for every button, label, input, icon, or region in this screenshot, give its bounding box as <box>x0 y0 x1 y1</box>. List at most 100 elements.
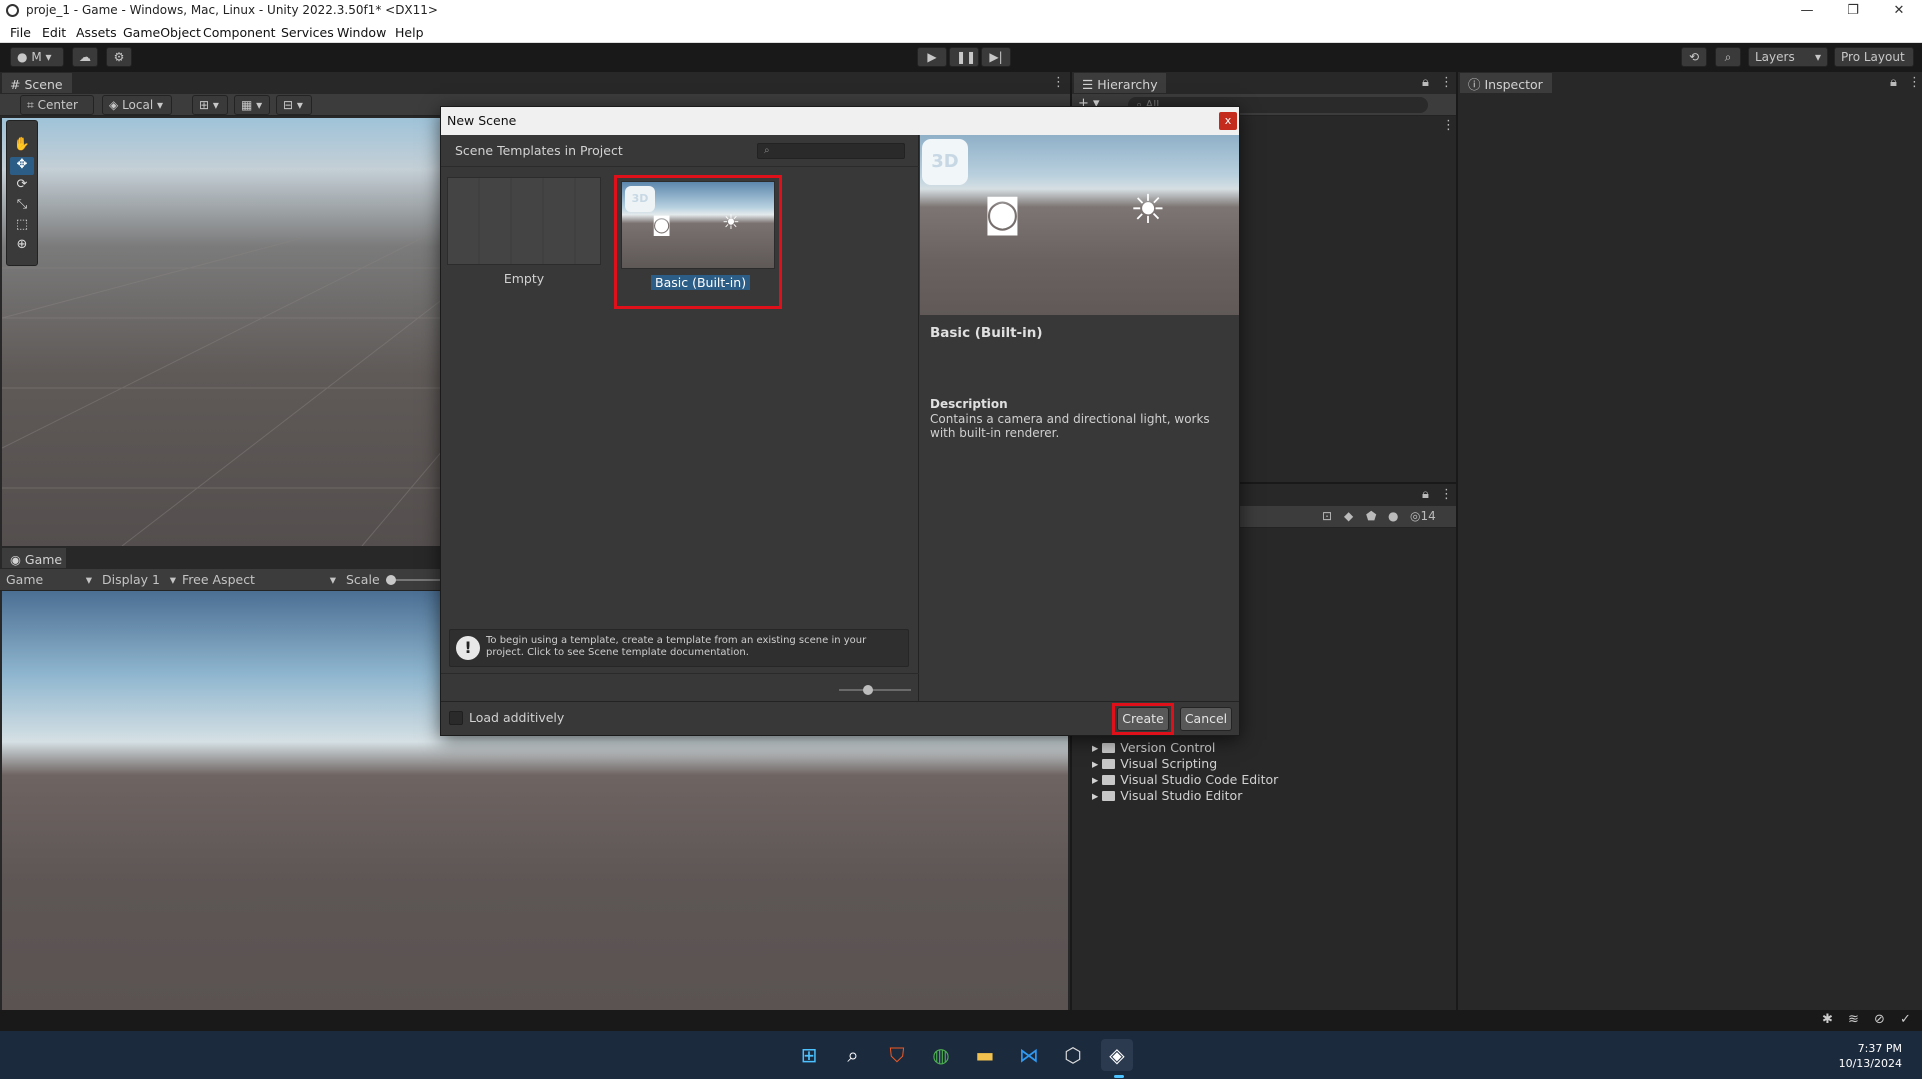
brave-browser-icon[interactable]: ⛉ <box>881 1039 913 1071</box>
chrome-icon[interactable]: ◍ <box>925 1039 957 1071</box>
thumbnail-size-slider[interactable] <box>839 685 911 695</box>
layers-stack-icon[interactable]: ≋ <box>1848 1012 1859 1027</box>
minimize-button[interactable]: — <box>1784 0 1830 22</box>
folder-icon <box>1102 791 1116 801</box>
step-button[interactable]: ▶| <box>981 47 1011 67</box>
unity-editor-icon[interactable]: ◈ <box>1101 1039 1133 1071</box>
folder-tree: ▸ Version Control ▸ Visual Scripting ▸ V… <box>1092 740 1278 804</box>
load-additively-label: Load additively <box>469 710 565 725</box>
layout-dropdown[interactable]: Pro Layout ▾ <box>1834 47 1914 82</box>
panel-menu-icon[interactable]: ⋮ <box>1052 75 1065 90</box>
description-text: Contains a camera and directional light,… <box>930 412 1210 440</box>
space-dropdown[interactable]: ◈ Local ▾ <box>102 95 172 115</box>
search-icon[interactable]: ⌕ <box>837 1039 869 1071</box>
scale-slider[interactable] <box>386 575 446 585</box>
warning-icon[interactable]: ● <box>1388 509 1398 523</box>
ruler-button[interactable]: ⊟ ▾ <box>276 95 312 115</box>
menu-gameobject[interactable]: GameObject <box>123 25 201 40</box>
list-item[interactable]: ▸ Visual Studio Editor <box>1092 788 1278 804</box>
panel-menu-icon[interactable]: ⋮ <box>1440 487 1453 502</box>
close-window-button[interactable]: ✕ <box>1876 0 1922 22</box>
account-icon: ● <box>17 50 28 64</box>
grid-snap-button[interactable]: ⊞ ▾ <box>192 95 228 115</box>
clock[interactable]: 7:37 PM 10/13/2024 <box>1830 1041 1902 1071</box>
step-icon: ▶| <box>989 50 1003 64</box>
load-additively-checkbox[interactable] <box>449 711 463 725</box>
status-bar: ✱ ≋ ⊘ ✓ <box>0 1010 1922 1031</box>
display-dropdown[interactable]: Display 1 ▾ <box>102 572 176 587</box>
list-item[interactable]: ▸ Visual Studio Code Editor <box>1092 772 1278 788</box>
folder-label: Visual Studio Code Editor <box>1120 772 1279 787</box>
menu-services[interactable]: Services <box>281 25 334 40</box>
pause-button[interactable]: ❚❚ <box>949 47 979 67</box>
cloud-button[interactable]: ☁ <box>72 47 98 67</box>
chevron-down-icon: ▾ <box>1814 50 1821 64</box>
search-by-label-icon[interactable]: ◆ <box>1344 509 1353 523</box>
snap-increment-button[interactable]: ▦ ▾ <box>234 95 270 115</box>
inspector-panel: ⓘ Inspector 🔒︎ ⋮ <box>1456 72 1922 1010</box>
game-mode-dropdown[interactable]: Game ▾ <box>6 572 92 587</box>
template-search-input[interactable]: ⌕ <box>757 143 905 159</box>
dialog-title: New Scene <box>441 107 1239 135</box>
template-label: Basic (Built-in) <box>651 275 751 290</box>
tab-scene[interactable]: # Scene <box>2 73 72 93</box>
dialog-close-button[interactable]: x <box>1219 112 1237 130</box>
settings-icon: ⚙ <box>113 50 125 64</box>
unity-hub-icon[interactable]: ⬡ <box>1057 1039 1089 1071</box>
scene-menu-icon[interactable]: ⋮ <box>1442 118 1455 133</box>
lock-icon[interactable]: 🔒︎ <box>1422 75 1429 90</box>
check-icon[interactable]: ✓ <box>1900 1012 1911 1027</box>
panel-menu-icon[interactable]: ⋮ <box>1440 75 1453 90</box>
list-item[interactable]: ▸ Visual Scripting <box>1092 756 1278 772</box>
undo-history-button[interactable]: ⟲ <box>1681 47 1707 67</box>
cancel-button[interactable]: Cancel <box>1180 707 1232 731</box>
templates-pane: Scene Templates in Project ⌕ Empty 3D ◙ … <box>441 135 919 701</box>
debug-icon[interactable]: ✱ <box>1822 1012 1833 1027</box>
list-item[interactable]: ▸ Version Control <box>1092 740 1278 756</box>
lock-icon[interactable]: 🔒︎ <box>1422 487 1429 502</box>
cache-icon[interactable]: ⊘ <box>1874 1012 1885 1027</box>
panel-menu-icon[interactable]: ⋮ <box>1908 75 1921 90</box>
vscode-icon[interactable]: ⋈ <box>1013 1039 1045 1071</box>
play-button[interactable]: ▶ <box>917 47 947 67</box>
windows-start-icon[interactable]: ⊞ <box>793 1039 825 1071</box>
menu-component[interactable]: Component <box>203 25 276 40</box>
maximize-button[interactable]: ❐ <box>1830 0 1876 22</box>
chevron-right-icon: ▸ <box>1092 756 1099 771</box>
template-empty[interactable]: Empty <box>447 177 601 287</box>
search-by-type-icon[interactable]: ⊡ <box>1322 509 1332 523</box>
menu-bar: File Edit Assets GameObject Component Se… <box>0 22 1922 43</box>
list-icon: ☰ <box>1082 77 1094 92</box>
collab-button[interactable]: ⚙ <box>106 47 132 67</box>
tab-game[interactable]: ◉ Game <box>2 548 66 568</box>
account-button[interactable]: ● M ▾ <box>10 47 64 67</box>
info-icon: ⓘ <box>1468 77 1481 92</box>
tab-hierarchy[interactable]: ☰ Hierarchy <box>1074 73 1166 93</box>
layers-dropdown[interactable]: Layers ▾ <box>1748 47 1828 67</box>
cloud-icon: ☁ <box>79 50 91 64</box>
lock-icon[interactable]: 🔒︎ <box>1890 75 1897 90</box>
menu-assets[interactable]: Assets <box>76 25 117 40</box>
layout-label: Pro Layout <box>1841 50 1905 64</box>
tab-inspector[interactable]: ⓘ Inspector <box>1460 73 1552 93</box>
create-button[interactable]: Create <box>1117 707 1169 731</box>
menu-edit[interactable]: Edit <box>42 25 66 40</box>
tag-icon[interactable]: ⬟ <box>1366 509 1376 523</box>
tab-hierarchy-label: Hierarchy <box>1097 77 1158 92</box>
file-explorer-icon[interactable]: ▬ <box>969 1039 1001 1071</box>
section-title: Scene Templates in Project <box>455 143 623 158</box>
menu-help[interactable]: Help <box>395 25 424 40</box>
basic-thumbnail: 3D ◙ ☀ <box>621 181 775 269</box>
info-box[interactable]: ! To begin using a template, create a te… <box>449 629 909 667</box>
pivot-dropdown[interactable]: ⌗ Center ▾ <box>20 95 94 130</box>
main-toolbar: ● M ▾ ☁ ⚙ ▶ ❚❚ ▶| ⟲ ⌕ Layers ▾ Pro Layou… <box>0 43 1922 82</box>
aspect-dropdown[interactable]: Free Aspect ▾ <box>182 572 336 587</box>
menu-window[interactable]: Window <box>337 25 386 40</box>
scale-label: Scale <box>346 572 380 587</box>
menu-file[interactable]: File <box>10 25 31 40</box>
aspect-label: Free Aspect <box>182 572 255 587</box>
tab-inspector-label: Inspector <box>1484 77 1543 92</box>
search-button[interactable]: ⌕ <box>1715 47 1741 67</box>
template-basic-built-in[interactable]: 3D ◙ ☀ Basic (Built-in) <box>621 181 775 301</box>
hidden-packages-toggle[interactable]: ◎14 <box>1410 509 1436 523</box>
